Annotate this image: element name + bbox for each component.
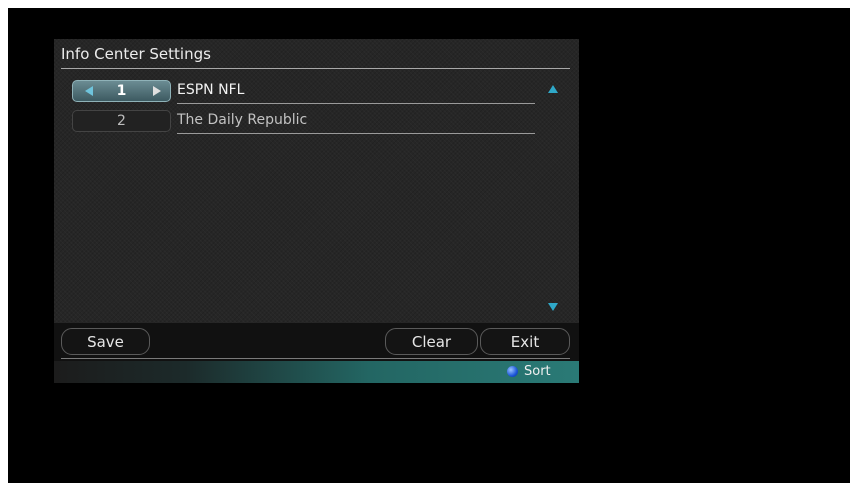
clear-button[interactable]: Clear xyxy=(385,328,478,355)
item-name: The Daily Republic xyxy=(177,112,308,128)
item-divider xyxy=(177,103,535,104)
arrow-left-icon[interactable] xyxy=(85,86,93,96)
button-divider xyxy=(61,358,570,359)
item-number: 1 xyxy=(116,83,127,99)
blue-key-icon xyxy=(507,366,518,377)
arrow-right-icon[interactable] xyxy=(153,86,161,96)
status-bar: Sort xyxy=(54,361,579,383)
channel-list: 1 ESPN NFL 2 The Daily Republic xyxy=(54,39,579,319)
button-bar: Save Clear Exit xyxy=(54,323,579,361)
item-number: 2 xyxy=(117,113,126,129)
number-spinner[interactable]: 2 xyxy=(72,110,171,132)
list-item[interactable]: 1 ESPN NFL xyxy=(72,78,535,106)
item-name: ESPN NFL xyxy=(177,82,245,98)
tv-screen: Info Center Settings 1 ESPN NFL 2 The Da… xyxy=(8,8,850,483)
save-button[interactable]: Save xyxy=(61,328,150,355)
item-divider xyxy=(177,133,535,134)
sort-hint[interactable]: Sort xyxy=(524,363,551,380)
scroll-down-icon[interactable] xyxy=(548,303,558,311)
exit-button[interactable]: Exit xyxy=(480,328,570,355)
scroll-up-icon[interactable] xyxy=(548,85,558,93)
list-item[interactable]: 2 The Daily Republic xyxy=(72,108,535,136)
number-spinner[interactable]: 1 xyxy=(72,80,171,102)
info-center-settings-dialog: Info Center Settings 1 ESPN NFL 2 The Da… xyxy=(54,39,579,383)
